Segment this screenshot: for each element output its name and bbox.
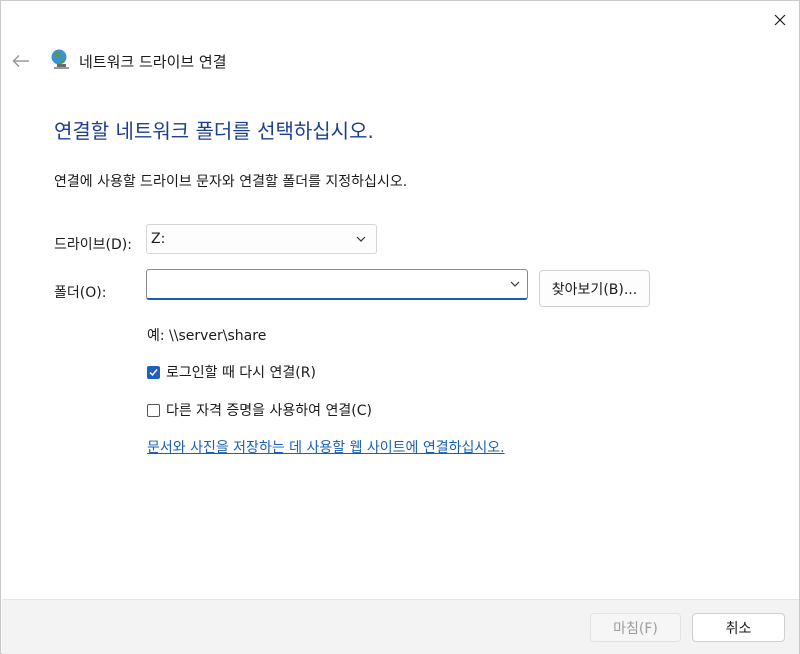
- reconnect-checkbox-row[interactable]: 로그인할 때 다시 연결(R): [147, 362, 316, 382]
- example-text: 예: \\server\share: [147, 328, 267, 344]
- close-button[interactable]: [761, 3, 799, 37]
- folder-input[interactable]: [151, 273, 495, 297]
- credentials-checkbox-row[interactable]: 다른 자격 증명을 사용하여 연결(C): [147, 400, 372, 420]
- folder-combobox[interactable]: [146, 269, 528, 300]
- dialog-window: 네트워크 드라이브 연결 연결할 네트워크 폴더를 선택하십시오. 연결에 사용…: [0, 0, 800, 654]
- chevron-down-icon: [356, 236, 366, 242]
- credentials-checkbox[interactable]: [147, 403, 160, 417]
- chevron-down-icon[interactable]: [509, 278, 521, 290]
- browse-button[interactable]: 찾아보기(B)...: [539, 270, 650, 307]
- credentials-label: 다른 자격 증명을 사용하여 연결(C): [166, 403, 372, 419]
- cancel-button[interactable]: 취소: [692, 613, 785, 642]
- footer-bar: 마침(F) 취소: [2, 599, 799, 654]
- drive-select[interactable]: Z:: [146, 224, 377, 254]
- close-icon: [774, 14, 786, 26]
- reconnect-checkbox[interactable]: [147, 365, 160, 379]
- network-drive-icon: [51, 49, 69, 69]
- reconnect-label: 로그인할 때 다시 연결(R): [166, 365, 316, 381]
- window-title: 네트워크 드라이브 연결: [79, 53, 227, 71]
- drive-select-value: Z:: [151, 231, 166, 247]
- page-description: 연결에 사용할 드라이브 문자와 연결할 폴더를 지정하십시오.: [54, 174, 408, 190]
- website-link[interactable]: 문서와 사진을 저장하는 데 사용할 웹 사이트에 연결하십시오.: [147, 437, 505, 457]
- checkmark-icon: [149, 368, 158, 376]
- back-button[interactable]: [9, 49, 33, 73]
- finish-button[interactable]: 마침(F): [590, 613, 681, 642]
- drive-label: 드라이브(D):: [54, 237, 132, 253]
- folder-label: 폴더(O):: [54, 285, 107, 301]
- page-heading: 연결할 네트워크 폴더를 선택하십시오.: [54, 119, 374, 143]
- back-arrow-icon: [12, 54, 29, 68]
